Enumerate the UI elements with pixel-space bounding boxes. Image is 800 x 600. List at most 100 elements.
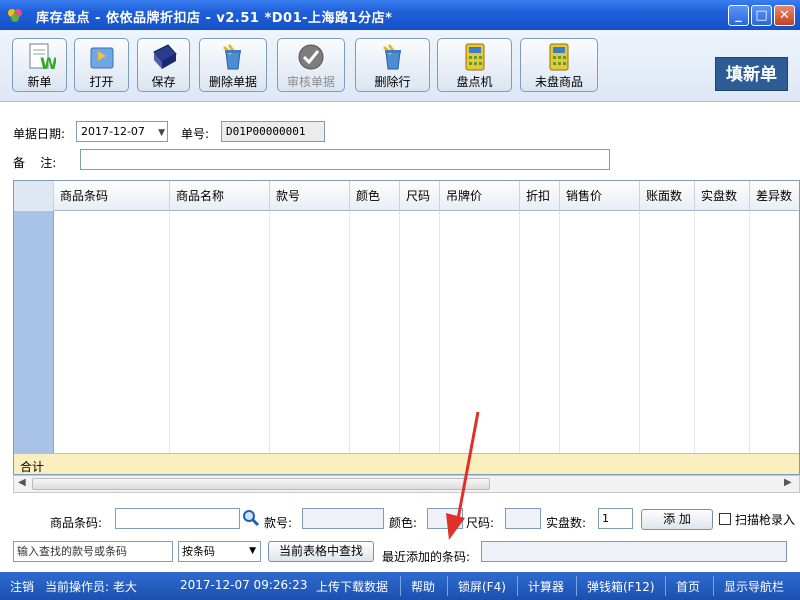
grid-divider (749, 211, 750, 453)
horizontal-scrollbar[interactable]: ◀ ▶ (13, 475, 800, 493)
help-link[interactable]: 帮助 (411, 578, 435, 595)
status-divider (713, 576, 714, 596)
counting-machine-button-label: 盘点机 (456, 75, 493, 89)
grid-divider (169, 211, 170, 453)
col-barcode[interactable]: 商品条码 (54, 181, 170, 211)
uncounted-items-button-label: 未盘商品 (534, 75, 583, 89)
col-name[interactable]: 商品名称 (170, 181, 270, 211)
search-icon[interactable] (242, 509, 260, 527)
status-divider (447, 576, 448, 596)
save-button[interactable]: 保存 (137, 38, 190, 92)
grid-divider (399, 211, 400, 453)
last-added-label: 最近添加的条码: (382, 550, 471, 564)
maximize-icon: □ (755, 8, 768, 23)
size-label: 尺码: (466, 516, 495, 530)
find-mode-select[interactable]: 按条码 ▼ (178, 541, 261, 562)
inventory-grid[interactable]: 商品条码 商品名称 款号 颜色 尺码 吊牌价 折扣 销售价 账面数 实盘数 差异… (13, 180, 800, 475)
minimize-icon: _ (735, 8, 742, 23)
datetime-text: 2017-12-07 09:26:23 (180, 578, 308, 592)
audit-document-button-label: 审核单据 (286, 75, 335, 89)
delete-document-button[interactable]: 删除单据 (199, 38, 267, 92)
close-button[interactable]: ✕ (774, 5, 795, 26)
remark-label: 备 注: (13, 156, 57, 170)
scroll-left-icon[interactable]: ◀ (18, 477, 26, 488)
uncounted-items-button[interactable]: 未盘商品 (520, 38, 598, 92)
audit-document-button[interactable]: 审核单据 (277, 38, 345, 92)
find-input[interactable]: 输入查找的款号或条码 (13, 541, 173, 562)
window-title: 库存盘点 - 依依品牌折扣店 - v2.51 *D01-上海路1分店* (36, 11, 393, 26)
status-divider (665, 576, 666, 596)
col-actual-qty[interactable]: 实盘数 (695, 181, 750, 211)
grid-divider (349, 211, 350, 453)
last-added-field (481, 541, 787, 562)
remark-input[interactable] (80, 149, 610, 170)
delete-row-button-label: 删除行 (374, 75, 411, 89)
minimize-button[interactable]: _ (728, 5, 749, 26)
chevron-down-icon: ▼ (158, 128, 165, 138)
col-book-qty[interactable]: 账面数 (640, 181, 695, 211)
barcode-input[interactable] (115, 508, 240, 529)
calculator-link[interactable]: 计算器 (528, 578, 564, 595)
date-label: 单据日期: (13, 127, 66, 141)
add-button[interactable]: 添 加 (641, 509, 713, 530)
find-in-grid-button[interactable]: 当前表格中查找 (268, 541, 374, 562)
show-nav-link[interactable]: 显示导航栏 (724, 578, 784, 595)
corner-cell (14, 181, 54, 211)
col-style[interactable]: 款号 (270, 181, 350, 211)
status-divider (517, 576, 518, 596)
home-link[interactable]: 首页 (676, 578, 700, 595)
total-row: 合计 (14, 453, 799, 474)
date-picker[interactable]: 2017-12-07 ▼ (76, 121, 168, 142)
save-icon (152, 44, 177, 69)
find-mode-value: 按条码 (182, 545, 215, 558)
open-button[interactable]: 打开 (74, 38, 129, 92)
col-size[interactable]: 尺码 (400, 181, 440, 211)
new-button[interactable]: W 新单 (12, 38, 67, 92)
grid-divider (639, 211, 640, 453)
grid-divider (269, 211, 270, 453)
lock-screen-link[interactable]: 锁屏(F4) (458, 578, 506, 595)
scanner-label: 扫描枪录入 (735, 513, 796, 527)
date-value: 2017-12-07 (81, 125, 145, 138)
delete-row-button[interactable]: 删除行 (355, 38, 430, 92)
color-field (427, 508, 463, 529)
grid-divider (694, 211, 695, 453)
col-color[interactable]: 颜色 (350, 181, 400, 211)
grid-divider (559, 211, 560, 453)
toolbar: W 新单 打开 保存 删除单据 审核单据 删除行 盘点机 未盘商品 (0, 30, 800, 102)
status-divider (576, 576, 577, 596)
col-tag-price[interactable]: 吊牌价 (440, 181, 520, 211)
grid-header: 商品条码 商品名称 款号 颜色 尺码 吊牌价 折扣 销售价 账面数 实盘数 差异… (14, 181, 799, 211)
row-header-column (14, 181, 54, 474)
cash-drawer-link[interactable]: 弹钱箱(F12) (587, 578, 655, 595)
col-sale-price[interactable]: 销售价 (560, 181, 640, 211)
delete-row-icon (382, 44, 401, 70)
audit-check-icon (298, 44, 324, 70)
open-folder-icon (90, 47, 113, 69)
upload-download-link[interactable]: 上传下载数据 (316, 578, 388, 595)
new-document-icon: W (29, 43, 56, 72)
scanner-checkbox[interactable] (719, 513, 731, 525)
scroll-right-icon[interactable]: ▶ (784, 477, 792, 488)
delete-document-icon (222, 44, 241, 70)
actual-qty-input[interactable]: 1 (598, 508, 633, 529)
logout-link[interactable]: 注销 (10, 578, 34, 595)
total-label: 合计 (20, 460, 45, 474)
size-field (505, 508, 541, 529)
col-discount[interactable]: 折扣 (520, 181, 560, 211)
barcode-label: 商品条码: (50, 516, 103, 530)
style-label: 款号: (264, 516, 293, 530)
fill-new-button[interactable]: 填新单 (715, 57, 788, 91)
status-bar: 注销 当前操作员: 老大 2017-12-07 09:26:23 上传下载数据 … (0, 572, 800, 600)
title-bar: 库存盘点 - 依依品牌折扣店 - v2.51 *D01-上海路1分店* _ □ … (0, 0, 800, 30)
style-field (302, 508, 384, 529)
scrollbar-thumb[interactable] (32, 478, 490, 490)
maximize-button[interactable]: □ (751, 5, 772, 26)
grid-divider (519, 211, 520, 453)
col-diff-qty[interactable]: 差异数 (750, 181, 799, 211)
counting-machine-button[interactable]: 盘点机 (437, 38, 512, 92)
close-icon: ✕ (779, 8, 790, 23)
open-button-label: 打开 (89, 75, 114, 89)
operator-text: 当前操作员: 老大 (45, 580, 137, 594)
delete-document-button-label: 删除单据 (208, 75, 257, 89)
